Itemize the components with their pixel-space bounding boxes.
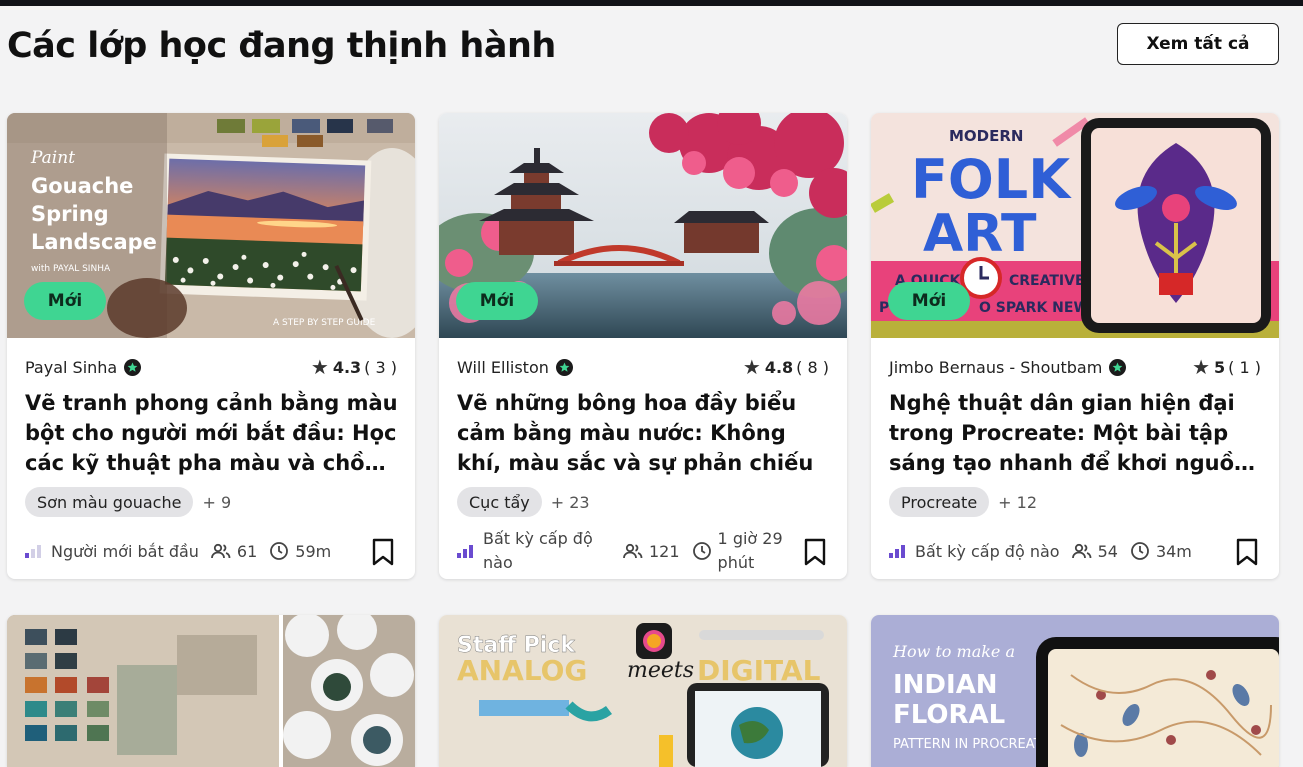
tag-chip[interactable]: Sơn màu gouache bbox=[25, 487, 194, 517]
author[interactable]: Will Elliston bbox=[457, 358, 573, 377]
thumb-text: INDIAN bbox=[893, 670, 998, 700]
rating-value: 4.3 bbox=[332, 357, 362, 377]
star-icon: ★ bbox=[1192, 355, 1211, 379]
class-card[interactable]: Staff Pick ANALOG meets DIGITAL bbox=[439, 615, 847, 767]
class-card[interactable]: How to make a INDIAN FLORAL PATTERN IN P… bbox=[871, 615, 1279, 767]
class-thumbnail[interactable] bbox=[7, 615, 415, 767]
students-count: 121 bbox=[649, 541, 680, 561]
rating: ★ 5 ( 1 ) bbox=[1192, 357, 1261, 377]
new-badge: Mới bbox=[24, 282, 106, 320]
rating-count: ( 8 ) bbox=[796, 357, 829, 377]
class-thumbnail[interactable]: Staff Pick ANALOG meets DIGITAL bbox=[439, 615, 847, 767]
section-title: Các lớp học đang thịnh hành bbox=[7, 26, 556, 66]
tag-more-count[interactable]: + 12 bbox=[998, 493, 1037, 512]
level-bars-icon bbox=[457, 544, 475, 558]
thumb-text: MODERN bbox=[949, 127, 1023, 145]
students-count: 61 bbox=[236, 541, 258, 561]
author-name[interactable]: Jimbo Bernaus - Shoutbam bbox=[889, 358, 1102, 377]
class-card[interactable]: MODERN FOLK ART A QUICK CREATIVE P O SPA… bbox=[871, 113, 1279, 579]
thumb-text: How to make a bbox=[892, 642, 1015, 661]
author[interactable]: Jimbo Bernaus - Shoutbam bbox=[889, 358, 1127, 377]
thumb-text: FLORAL bbox=[893, 700, 1005, 730]
thumb-text: FOLK bbox=[911, 148, 1072, 211]
thumb-text: Paint bbox=[30, 148, 75, 168]
tag-more-count[interactable]: + 23 bbox=[551, 493, 590, 512]
rating-count: ( 3 ) bbox=[364, 357, 397, 377]
verified-icon bbox=[124, 358, 142, 376]
thumb-text: Landscape bbox=[31, 230, 157, 254]
thumb-text: Spring bbox=[31, 202, 109, 226]
class-title[interactable]: Nghệ thuật dân gian hiện đại trong Procr… bbox=[889, 388, 1264, 478]
star-icon: ★ bbox=[742, 355, 761, 379]
thumb-text: with PAYAL SINHA bbox=[31, 264, 111, 274]
class-thumbnail[interactable]: How to make a INDIAN FLORAL PATTERN IN P… bbox=[871, 615, 1279, 767]
level-text: Bất kỳ cấp độ nào bbox=[915, 541, 1060, 561]
bookmark-icon[interactable] bbox=[1235, 538, 1259, 566]
rating-value: 5 bbox=[1214, 357, 1226, 377]
duration: 1 giờ 29 phút bbox=[717, 529, 783, 572]
tag-chip[interactable]: Cục tẩy bbox=[457, 487, 542, 517]
thumb-text: ART bbox=[923, 204, 1037, 264]
tag-chip[interactable]: Procreate bbox=[889, 487, 990, 517]
star-icon: ★ bbox=[310, 355, 329, 379]
class-card[interactable]: Mới Will Elliston ★ 4.8 ( 8 ) Vẽ những b… bbox=[439, 113, 847, 579]
see-all-button[interactable]: Xem tất cả bbox=[1117, 23, 1279, 65]
level-bars-icon bbox=[889, 544, 907, 558]
rating-value: 4.8 bbox=[764, 357, 794, 377]
level-bars-icon bbox=[25, 544, 43, 558]
verified-icon bbox=[555, 358, 573, 376]
students-icon bbox=[623, 543, 643, 559]
verified-icon bbox=[1109, 358, 1127, 376]
class-card[interactable] bbox=[7, 615, 415, 767]
class-title[interactable]: Vẽ tranh phong cảnh bằng màu bột cho ngư… bbox=[25, 388, 400, 478]
bookmark-icon[interactable] bbox=[371, 538, 395, 566]
duration: 59m bbox=[295, 541, 332, 561]
class-thumbnail[interactable]: Mới bbox=[439, 113, 847, 338]
thumb-text: meets bbox=[627, 658, 694, 683]
level-text: Người mới bắt đầu bbox=[51, 541, 199, 561]
clock-icon bbox=[692, 542, 711, 560]
bookmark-icon[interactable] bbox=[803, 538, 827, 566]
class-title[interactable]: Vẽ những bông hoa đầy biểu cảm bằng màu … bbox=[457, 388, 832, 478]
students-count: 54 bbox=[1097, 541, 1118, 561]
author-name[interactable]: Payal Sinha bbox=[25, 358, 117, 377]
students-icon bbox=[211, 543, 231, 559]
clock-icon bbox=[270, 542, 289, 560]
rating: ★ 4.8 ( 8 ) bbox=[743, 357, 829, 377]
thumb-text: DIGITAL bbox=[697, 654, 821, 687]
class-thumbnail[interactable]: Paint Gouache Spring Landscape with PAYA… bbox=[7, 113, 415, 338]
new-badge: Mới bbox=[456, 282, 538, 320]
class-thumbnail[interactable]: MODERN FOLK ART A QUICK CREATIVE P O SPA… bbox=[871, 113, 1279, 338]
rating-count: ( 1 ) bbox=[1228, 357, 1261, 377]
thumb-text: CREATIVE bbox=[1009, 273, 1085, 289]
class-card[interactable]: Paint Gouache Spring Landscape with PAYA… bbox=[7, 113, 415, 579]
author-name[interactable]: Will Elliston bbox=[457, 358, 549, 377]
author[interactable]: Payal Sinha bbox=[25, 358, 142, 377]
new-badge: Mới bbox=[888, 282, 970, 320]
duration: 34m bbox=[1155, 541, 1192, 561]
top-bar bbox=[0, 0, 1303, 6]
rating: ★ 4.3 ( 3 ) bbox=[311, 357, 397, 377]
thumb-text: Gouache bbox=[31, 174, 133, 198]
level-text: Bất kỳ cấp độ nào bbox=[483, 529, 593, 572]
thumb-text: ANALOG bbox=[457, 654, 587, 687]
thumb-text: PATTERN IN PROCREATE bbox=[893, 737, 1050, 752]
clock-icon bbox=[1131, 542, 1149, 560]
tag-more-count[interactable]: + 9 bbox=[202, 493, 231, 512]
students-icon bbox=[1071, 543, 1091, 559]
